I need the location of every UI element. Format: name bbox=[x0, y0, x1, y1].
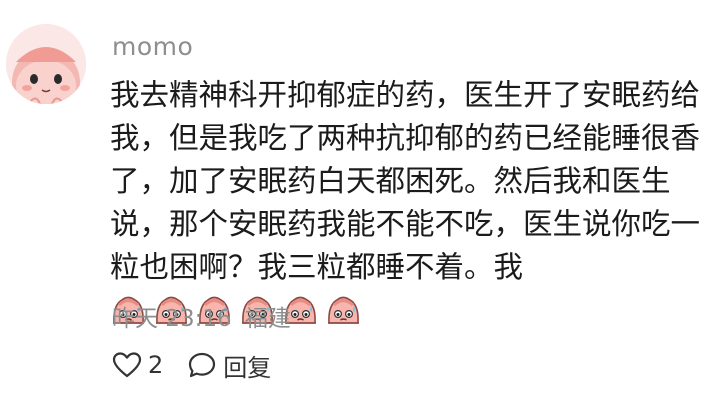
reply-button[interactable]: 回复 bbox=[187, 348, 271, 383]
user-avatar[interactable] bbox=[6, 24, 86, 104]
comment-location: 福建 bbox=[244, 306, 291, 332]
avatar-character-icon bbox=[6, 24, 86, 104]
reply-label: 回复 bbox=[223, 353, 272, 382]
speech-bubble-icon bbox=[189, 352, 216, 378]
comment-body: 我去精神科开抑郁症的药，医生开了安眠药给我，但是我吃了两种抗抑郁的药已经能睡很香… bbox=[110, 78, 701, 284]
sweating-pink-face-sticker bbox=[325, 293, 362, 328]
comment-time: 昨天 23:16 bbox=[112, 306, 232, 332]
like-button[interactable]: 2 bbox=[112, 351, 163, 379]
comment-meta: 昨天 23:16 福建 bbox=[112, 299, 297, 333]
username[interactable]: momo bbox=[112, 32, 193, 61]
comment-actions: 2 回复 bbox=[112, 345, 271, 385]
like-count: 2 bbox=[148, 351, 164, 379]
heart-icon bbox=[112, 352, 142, 378]
